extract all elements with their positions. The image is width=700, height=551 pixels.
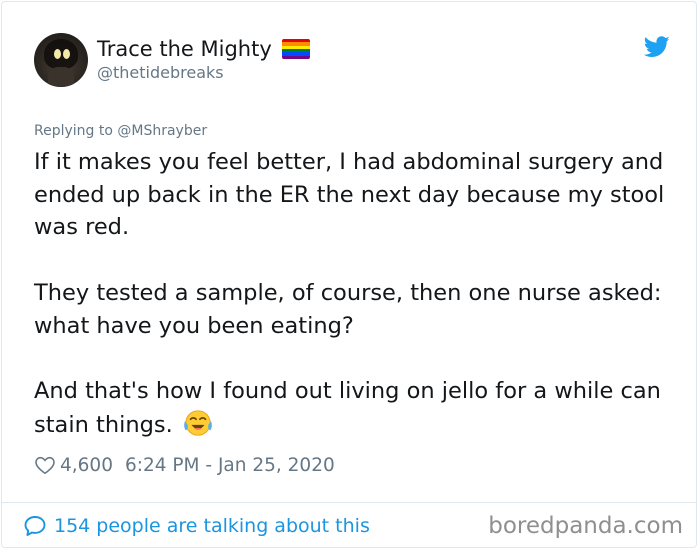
tweet-meta: 4,600 6:24 PM - Jan 25, 2020 bbox=[34, 452, 335, 478]
rainbow-flag-icon bbox=[281, 39, 310, 59]
twitter-bird-icon[interactable] bbox=[644, 36, 670, 58]
tweet-card: Trace the Mighty @thetidebreaks Replying… bbox=[1, 1, 697, 548]
conversation-link[interactable]: 154 people are talking about this bbox=[23, 512, 370, 540]
like-count[interactable]: 4,600 bbox=[60, 455, 113, 476]
tweet-paragraph: If it makes you feel better, I had abdom… bbox=[34, 149, 665, 241]
tweet-text: If it makes you feel better, I had abdom… bbox=[34, 146, 674, 441]
tears-of-joy-emoji-icon bbox=[183, 409, 212, 436]
footer-divider bbox=[1, 502, 697, 503]
comment-bubble-icon bbox=[24, 516, 46, 536]
user-handle[interactable]: @thetidebreaks bbox=[97, 63, 224, 82]
user-name-row: Trace the Mighty bbox=[97, 35, 310, 63]
tweet-paragraph: They tested a sample, of course, then on… bbox=[34, 279, 662, 339]
replying-to[interactable]: Replying to @MShrayber bbox=[34, 123, 207, 139]
tweet-paragraph: And that's how I found out living on jel… bbox=[34, 377, 661, 438]
flag-stripe bbox=[281, 55, 310, 59]
user-avatar[interactable] bbox=[34, 33, 88, 87]
display-name[interactable]: Trace the Mighty bbox=[97, 37, 272, 61]
tweet-timestamp[interactable]: 6:24 PM - Jan 25, 2020 bbox=[125, 455, 335, 476]
talking-count-text: 154 people are talking about this bbox=[54, 515, 370, 537]
heart-icon[interactable] bbox=[34, 454, 56, 476]
boredpanda-watermark: boredpanda.com bbox=[488, 513, 683, 539]
